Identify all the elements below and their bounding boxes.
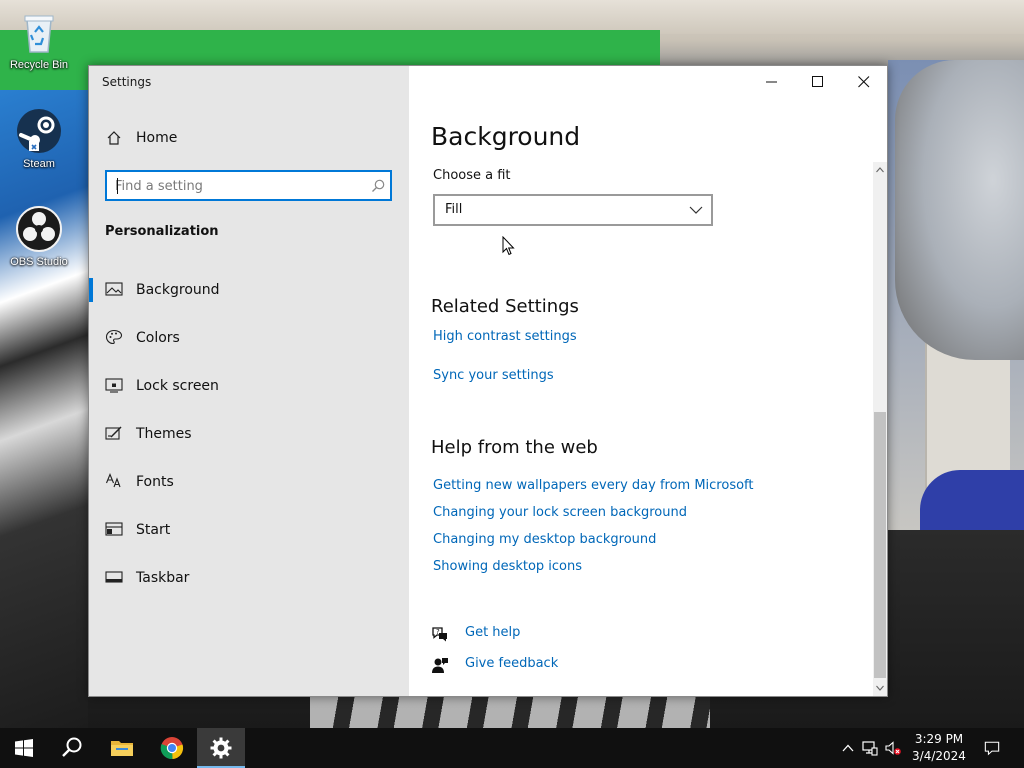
sidebar-item-label: Themes bbox=[136, 426, 192, 442]
feedback-icon bbox=[432, 658, 448, 673]
lock-screen-icon bbox=[105, 378, 123, 393]
settings-taskbar-button[interactable] bbox=[197, 728, 245, 768]
taskbar-icon bbox=[105, 571, 123, 583]
wallpaper-person bbox=[895, 60, 1024, 360]
svg-text:?: ? bbox=[436, 628, 440, 636]
start-button[interactable] bbox=[0, 728, 48, 768]
windows-start-icon bbox=[15, 739, 33, 757]
give-feedback-link[interactable]: Give feedback bbox=[431, 654, 631, 676]
sidebar-item-themes[interactable]: Themes bbox=[89, 410, 409, 458]
minimize-icon bbox=[766, 81, 777, 83]
wallpaper-shirt-print bbox=[310, 696, 710, 728]
maximize-icon bbox=[812, 76, 823, 87]
find-setting-search-box[interactable] bbox=[105, 170, 392, 201]
help-link-desktop-icons[interactable]: Showing desktop icons bbox=[433, 559, 582, 574]
high-contrast-settings-link[interactable]: High contrast settings bbox=[433, 329, 577, 344]
clock-date: 3/4/2024 bbox=[912, 749, 966, 763]
help-from-web-heading: Help from the web bbox=[431, 437, 598, 458]
fonts-icon bbox=[105, 473, 121, 488]
text-caret bbox=[117, 178, 118, 194]
search-icon bbox=[62, 737, 82, 757]
help-link-wallpapers[interactable]: Getting new wallpapers every day from Mi… bbox=[433, 478, 754, 493]
taskbar: 3:29 PM 3/4/2024 bbox=[0, 728, 1024, 768]
file-explorer-button[interactable] bbox=[98, 728, 146, 768]
desktop-icon-label: OBS Studio bbox=[10, 256, 68, 268]
steam-icon bbox=[17, 109, 61, 153]
content-scrollbar[interactable] bbox=[873, 162, 887, 696]
sidebar-item-label: Lock screen bbox=[136, 378, 219, 394]
sidebar-item-start[interactable]: Start bbox=[89, 506, 409, 554]
sidebar-item-label: Fonts bbox=[136, 474, 174, 490]
scroll-up-arrow-icon[interactable] bbox=[876, 166, 884, 174]
network-icon[interactable] bbox=[862, 740, 878, 756]
personalization-nav: Background Colors Lock screen Themes Fon… bbox=[89, 266, 409, 602]
scrollbar-thumb[interactable] bbox=[874, 412, 886, 678]
scroll-down-arrow-icon[interactable] bbox=[876, 684, 884, 692]
give-feedback-label: Give feedback bbox=[465, 656, 559, 671]
choose-fit-label: Choose a fit bbox=[433, 168, 511, 183]
sidebar-item-label: Start bbox=[136, 522, 171, 538]
desktop-icon-recycle-bin[interactable]: Recycle Bin bbox=[1, 8, 77, 71]
mouse-cursor-icon bbox=[502, 236, 515, 256]
recycle-bin-icon bbox=[24, 15, 54, 53]
related-settings-heading: Related Settings bbox=[431, 296, 579, 317]
desktop-icon-label: Steam bbox=[23, 158, 55, 170]
sidebar-item-label: Colors bbox=[136, 330, 180, 346]
window-title: Settings bbox=[102, 75, 152, 89]
sidebar-item-colors[interactable]: Colors bbox=[89, 314, 409, 362]
home-icon bbox=[107, 131, 121, 145]
clock-time: 3:29 PM bbox=[914, 732, 964, 746]
settings-window: Settings Home Personalization Backgro bbox=[88, 65, 888, 697]
desktop-icon-label: Recycle Bin bbox=[9, 59, 69, 71]
settings-gear-icon bbox=[210, 737, 232, 759]
get-help-label: Get help bbox=[465, 625, 521, 640]
sidebar-item-lock-screen[interactable]: Lock screen bbox=[89, 362, 409, 410]
window-controls bbox=[749, 66, 887, 98]
palette-icon bbox=[105, 329, 123, 345]
sidebar-item-label: Background bbox=[136, 282, 220, 298]
home-label: Home bbox=[136, 130, 178, 146]
settings-content: Background Choose a fit Fill Related Set… bbox=[409, 66, 887, 696]
notifications-icon[interactable] bbox=[984, 740, 1000, 756]
sidebar-item-fonts[interactable]: Fonts bbox=[89, 458, 409, 506]
choose-fit-dropdown[interactable]: Fill bbox=[433, 194, 713, 226]
taskbar-search-button[interactable] bbox=[48, 728, 96, 768]
desktop-icon-steam[interactable]: Steam bbox=[1, 107, 77, 170]
get-help-link[interactable]: ? Get help bbox=[431, 623, 631, 645]
search-icon[interactable] bbox=[371, 179, 385, 193]
taskbar-clock[interactable]: 3:29 PM 3/4/2024 bbox=[898, 731, 980, 765]
chrome-icon bbox=[160, 737, 184, 760]
home-nav-button[interactable]: Home bbox=[89, 128, 409, 152]
picture-icon bbox=[105, 282, 123, 296]
section-title: Personalization bbox=[105, 224, 219, 239]
chrome-button[interactable] bbox=[148, 728, 196, 768]
help-link-desktop-background[interactable]: Changing my desktop background bbox=[433, 532, 656, 547]
obs-studio-icon bbox=[16, 206, 62, 252]
maximize-button[interactable] bbox=[795, 66, 841, 98]
search-input[interactable] bbox=[115, 176, 355, 196]
sidebar-item-taskbar[interactable]: Taskbar bbox=[89, 554, 409, 602]
chevron-up-icon[interactable] bbox=[840, 740, 856, 756]
wallpaper-ceiling bbox=[0, 0, 1024, 34]
sync-settings-link[interactable]: Sync your settings bbox=[433, 368, 554, 383]
wallpaper-left-strip bbox=[0, 90, 88, 728]
dropdown-selected-value: Fill bbox=[445, 202, 463, 217]
sidebar-item-background[interactable]: Background bbox=[89, 266, 409, 314]
page-title: Background bbox=[431, 122, 581, 151]
file-explorer-icon bbox=[111, 741, 133, 756]
minimize-button[interactable] bbox=[749, 66, 795, 98]
start-icon bbox=[105, 522, 123, 536]
desktop-icon-obs-studio[interactable]: OBS Studio bbox=[1, 205, 77, 268]
get-help-icon: ? bbox=[432, 627, 447, 642]
themes-icon bbox=[105, 426, 122, 440]
chevron-down-icon bbox=[689, 206, 703, 214]
close-icon bbox=[858, 76, 870, 88]
help-link-lock-screen[interactable]: Changing your lock screen background bbox=[433, 505, 687, 520]
sidebar-item-label: Taskbar bbox=[136, 570, 190, 586]
close-button[interactable] bbox=[841, 66, 887, 98]
settings-sidebar: Settings Home Personalization Backgro bbox=[89, 66, 409, 696]
